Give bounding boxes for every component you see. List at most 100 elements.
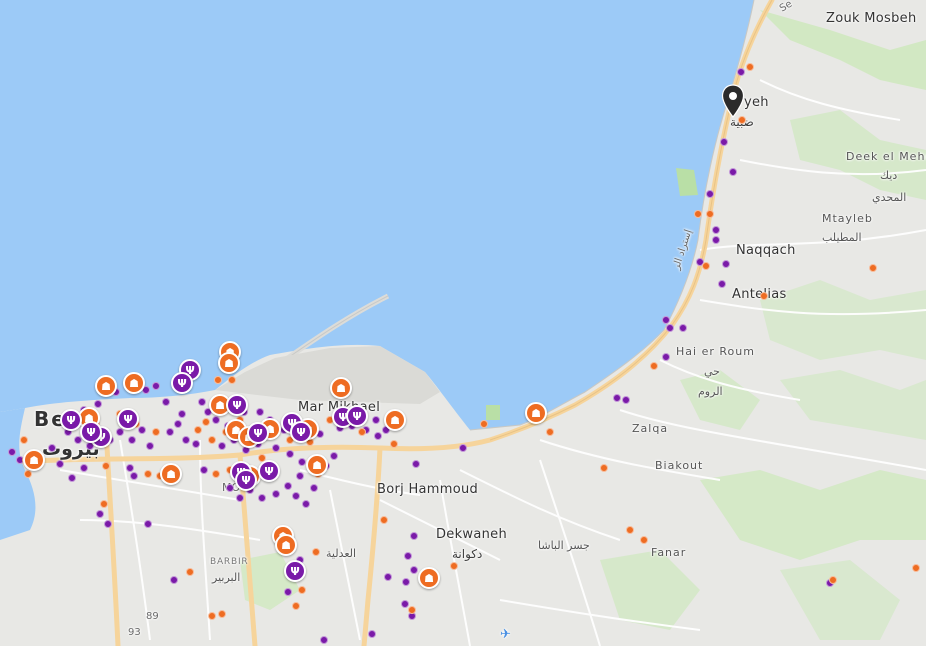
restaurant-icon[interactable]: Ψ: [247, 422, 269, 444]
venue-dot[interactable]: [208, 436, 216, 444]
restaurant-icon[interactable]: Ψ: [226, 394, 248, 416]
venue-dot[interactable]: [102, 462, 110, 470]
restaurant-dot[interactable]: [622, 396, 630, 404]
venue-dot[interactable]: [380, 516, 388, 524]
venue-dot[interactable]: [760, 292, 768, 300]
restaurant-dot[interactable]: [174, 420, 182, 428]
restaurant-dot[interactable]: [144, 520, 152, 528]
restaurant-dot[interactable]: [162, 398, 170, 406]
restaurant-dot[interactable]: [368, 630, 376, 638]
restaurant-dot[interactable]: [272, 444, 280, 452]
restaurant-dot[interactable]: [152, 382, 160, 390]
restaurant-icon[interactable]: Ψ: [284, 560, 306, 582]
entertainment-icon[interactable]: ☗: [123, 372, 145, 394]
restaurant-dot[interactable]: [48, 444, 56, 452]
restaurant-dot[interactable]: [666, 324, 674, 332]
restaurant-dot[interactable]: [178, 410, 186, 418]
restaurant-dot[interactable]: [146, 442, 154, 450]
venue-dot[interactable]: [212, 470, 220, 478]
restaurant-dot[interactable]: [284, 482, 292, 490]
restaurant-icon[interactable]: Ψ: [346, 405, 368, 427]
restaurant-dot[interactable]: [679, 324, 687, 332]
restaurant-dot[interactable]: [302, 500, 310, 508]
venue-dot[interactable]: [450, 562, 458, 570]
restaurant-dot[interactable]: [96, 510, 104, 518]
restaurant-dot[interactable]: [292, 492, 300, 500]
restaurant-dot[interactable]: [236, 494, 244, 502]
restaurant-dot[interactable]: [662, 316, 670, 324]
venue-dot[interactable]: [208, 612, 216, 620]
venue-dot[interactable]: [298, 586, 306, 594]
venue-dot[interactable]: [408, 606, 416, 614]
restaurant-dot[interactable]: [284, 588, 292, 596]
venue-dot[interactable]: [829, 576, 837, 584]
restaurant-dot[interactable]: [330, 452, 338, 460]
map-view[interactable]: Zouk Mosbeh Se yeh ضبية Deek el Mehe ديك…: [0, 0, 926, 646]
restaurant-dot[interactable]: [80, 464, 88, 472]
restaurant-dot[interactable]: [712, 236, 720, 244]
entertainment-icon[interactable]: ☗: [418, 567, 440, 589]
restaurant-icon[interactable]: Ψ: [60, 409, 82, 431]
venue-dot[interactable]: [869, 264, 877, 272]
venue-dot[interactable]: [746, 63, 754, 71]
restaurant-dot[interactable]: [116, 428, 124, 436]
restaurant-dot[interactable]: [729, 168, 737, 176]
entertainment-icon[interactable]: ☗: [275, 534, 297, 556]
venue-dot[interactable]: [626, 526, 634, 534]
restaurant-icon[interactable]: Ψ: [290, 421, 312, 443]
venue-dot[interactable]: [194, 426, 202, 434]
entertainment-icon[interactable]: ☗: [160, 463, 182, 485]
venue-dot[interactable]: [480, 420, 488, 428]
venue-dot[interactable]: [600, 464, 608, 472]
restaurant-dot[interactable]: [459, 444, 467, 452]
restaurant-dot[interactable]: [662, 353, 670, 361]
venue-dot[interactable]: [20, 436, 28, 444]
location-marker-icon[interactable]: [721, 84, 745, 118]
restaurant-dot[interactable]: [412, 460, 420, 468]
restaurant-dot[interactable]: [192, 440, 200, 448]
restaurant-dot[interactable]: [104, 520, 112, 528]
venue-dot[interactable]: [218, 610, 226, 618]
venue-dot[interactable]: [100, 500, 108, 508]
entertainment-icon[interactable]: ☗: [330, 377, 352, 399]
restaurant-dot[interactable]: [718, 280, 726, 288]
venue-dot[interactable]: [228, 376, 236, 384]
restaurant-dot[interactable]: [296, 472, 304, 480]
restaurant-dot[interactable]: [212, 416, 220, 424]
entertainment-icon[interactable]: ☗: [95, 375, 117, 397]
restaurant-dot[interactable]: [410, 532, 418, 540]
restaurant-dot[interactable]: [320, 636, 328, 644]
restaurant-dot[interactable]: [712, 226, 720, 234]
entertainment-icon[interactable]: ☗: [384, 409, 406, 431]
venue-dot[interactable]: [144, 470, 152, 478]
restaurant-dot[interactable]: [374, 432, 382, 440]
restaurant-dot[interactable]: [372, 416, 380, 424]
restaurant-dot[interactable]: [613, 394, 621, 402]
venue-dot[interactable]: [702, 262, 710, 270]
restaurant-dot[interactable]: [720, 138, 728, 146]
restaurant-icon[interactable]: Ψ: [117, 408, 139, 430]
venue-dot[interactable]: [214, 376, 222, 384]
venue-dot[interactable]: [358, 428, 366, 436]
restaurant-dot[interactable]: [68, 474, 76, 482]
venue-dot[interactable]: [202, 418, 210, 426]
restaurant-dot[interactable]: [56, 460, 64, 468]
restaurant-dot[interactable]: [722, 260, 730, 268]
restaurant-dot[interactable]: [126, 464, 134, 472]
venue-dot[interactable]: [152, 428, 160, 436]
restaurant-dot[interactable]: [170, 576, 178, 584]
venue-dot[interactable]: [546, 428, 554, 436]
entertainment-icon[interactable]: ☗: [306, 454, 328, 476]
restaurant-dot[interactable]: [8, 448, 16, 456]
entertainment-icon[interactable]: ☗: [525, 402, 547, 424]
restaurant-dot[interactable]: [737, 68, 745, 76]
venue-dot[interactable]: [650, 362, 658, 370]
restaurant-dot[interactable]: [272, 490, 280, 498]
restaurant-icon[interactable]: Ψ: [80, 421, 102, 443]
restaurant-dot[interactable]: [706, 190, 714, 198]
venue-dot[interactable]: [640, 536, 648, 544]
restaurant-dot[interactable]: [384, 573, 392, 581]
venue-dot[interactable]: [312, 548, 320, 556]
restaurant-icon[interactable]: Ψ: [258, 460, 280, 482]
venue-dot[interactable]: [292, 602, 300, 610]
